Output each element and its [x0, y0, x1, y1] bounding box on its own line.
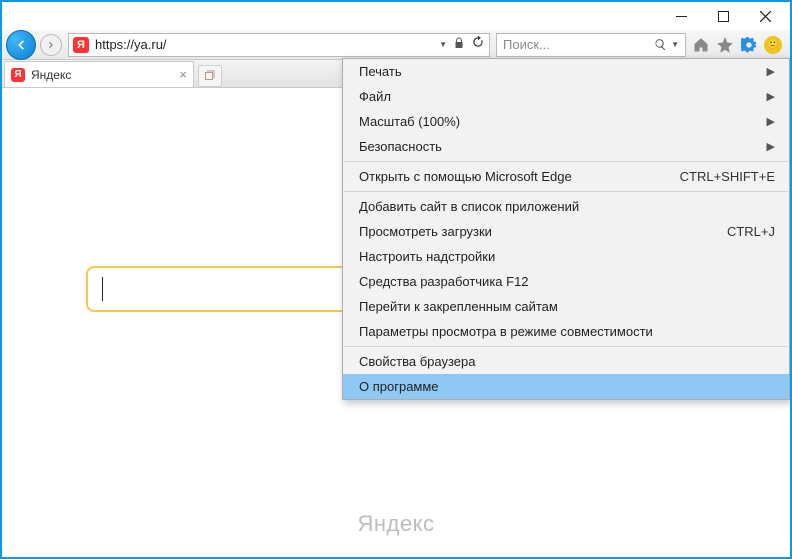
tab-title: Яндекс	[31, 68, 71, 82]
menu-label: Печать	[359, 64, 402, 79]
tab-favicon: Я	[11, 68, 25, 82]
menu-properties[interactable]: Свойства браузера	[343, 349, 789, 374]
menu-about[interactable]: О программе	[343, 374, 789, 399]
menu-label: Масштаб (100%)	[359, 114, 460, 129]
menu-zoom[interactable]: Масштаб (100%) ▶	[343, 109, 789, 134]
tools-gear-icon[interactable]	[740, 36, 758, 54]
submenu-arrow-icon: ▶	[767, 140, 775, 153]
minimize-button[interactable]	[660, 4, 702, 28]
address-bar-controls: ▼	[439, 35, 485, 54]
favorites-icon[interactable]	[716, 36, 734, 54]
url-input[interactable]	[95, 37, 433, 52]
menu-open-edge[interactable]: Открыть с помощью Microsoft Edge CTRL+SH…	[343, 164, 789, 189]
search-box[interactable]: Поиск... ▼	[496, 33, 686, 57]
tools-menu: Печать ▶ Файл ▶ Масштаб (100%) ▶ Безопас…	[342, 58, 790, 400]
menu-separator	[344, 161, 788, 162]
refresh-button[interactable]	[471, 35, 485, 54]
toolbar-icons: 🙂	[688, 36, 786, 54]
menu-label: Файл	[359, 89, 391, 104]
menu-label: Добавить сайт в список приложений	[359, 199, 579, 214]
url-dropdown-icon[interactable]: ▼	[439, 40, 447, 49]
menu-label: Безопасность	[359, 139, 442, 154]
maximize-button[interactable]	[702, 4, 744, 28]
new-tab-button[interactable]	[198, 65, 222, 87]
feedback-smile-icon[interactable]: 🙂	[764, 36, 782, 54]
window-titlebar	[2, 2, 790, 30]
back-button[interactable]	[6, 30, 36, 60]
menu-safety[interactable]: Безопасность ▶	[343, 134, 789, 159]
lock-icon[interactable]	[453, 36, 465, 54]
menu-label: Открыть с помощью Microsoft Edge	[359, 169, 572, 184]
menu-label: О программе	[359, 379, 439, 394]
menu-label: Свойства браузера	[359, 354, 475, 369]
search-icon	[654, 38, 667, 51]
menu-compat[interactable]: Параметры просмотра в режиме совместимос…	[343, 319, 789, 344]
menu-add-site[interactable]: Добавить сайт в список приложений	[343, 194, 789, 219]
menu-pinned[interactable]: Перейти к закрепленным сайтам	[343, 294, 789, 319]
menu-print[interactable]: Печать ▶	[343, 59, 789, 84]
menu-label: Параметры просмотра в режиме совместимос…	[359, 324, 653, 339]
menu-separator	[344, 346, 788, 347]
submenu-arrow-icon: ▶	[767, 90, 775, 103]
home-icon[interactable]	[692, 36, 710, 54]
menu-file[interactable]: Файл ▶	[343, 84, 789, 109]
site-icon: Я	[73, 37, 89, 53]
menu-downloads[interactable]: Просмотреть загрузки CTRL+J	[343, 219, 789, 244]
menu-label: Настроить надстройки	[359, 249, 495, 264]
tab-yandex[interactable]: Я Яндекс ×	[4, 61, 194, 87]
menu-label: Просмотреть загрузки	[359, 224, 492, 239]
forward-button[interactable]	[40, 34, 62, 56]
menu-addons[interactable]: Настроить надстройки	[343, 244, 789, 269]
menu-f12[interactable]: Средства разработчика F12	[343, 269, 789, 294]
close-window-button[interactable]	[744, 4, 786, 28]
menu-separator	[344, 191, 788, 192]
navigation-toolbar: Я ▼ Поиск... ▼	[2, 30, 790, 60]
yandex-brand-label: Яндекс	[4, 511, 788, 537]
search-placeholder: Поиск...	[503, 37, 550, 52]
menu-label: Перейти к закрепленным сайтам	[359, 299, 558, 314]
submenu-arrow-icon: ▶	[767, 65, 775, 78]
tab-close-icon[interactable]: ×	[179, 67, 187, 82]
text-cursor	[102, 277, 103, 301]
submenu-arrow-icon: ▶	[767, 115, 775, 128]
menu-shortcut: CTRL+J	[727, 224, 775, 239]
browser-window: Я ▼ Поиск... ▼	[0, 0, 792, 559]
address-bar[interactable]: Я ▼	[68, 33, 490, 57]
menu-shortcut: CTRL+SHIFT+E	[680, 169, 775, 184]
search-dropdown-icon[interactable]: ▼	[671, 40, 679, 49]
menu-label: Средства разработчика F12	[359, 274, 529, 289]
